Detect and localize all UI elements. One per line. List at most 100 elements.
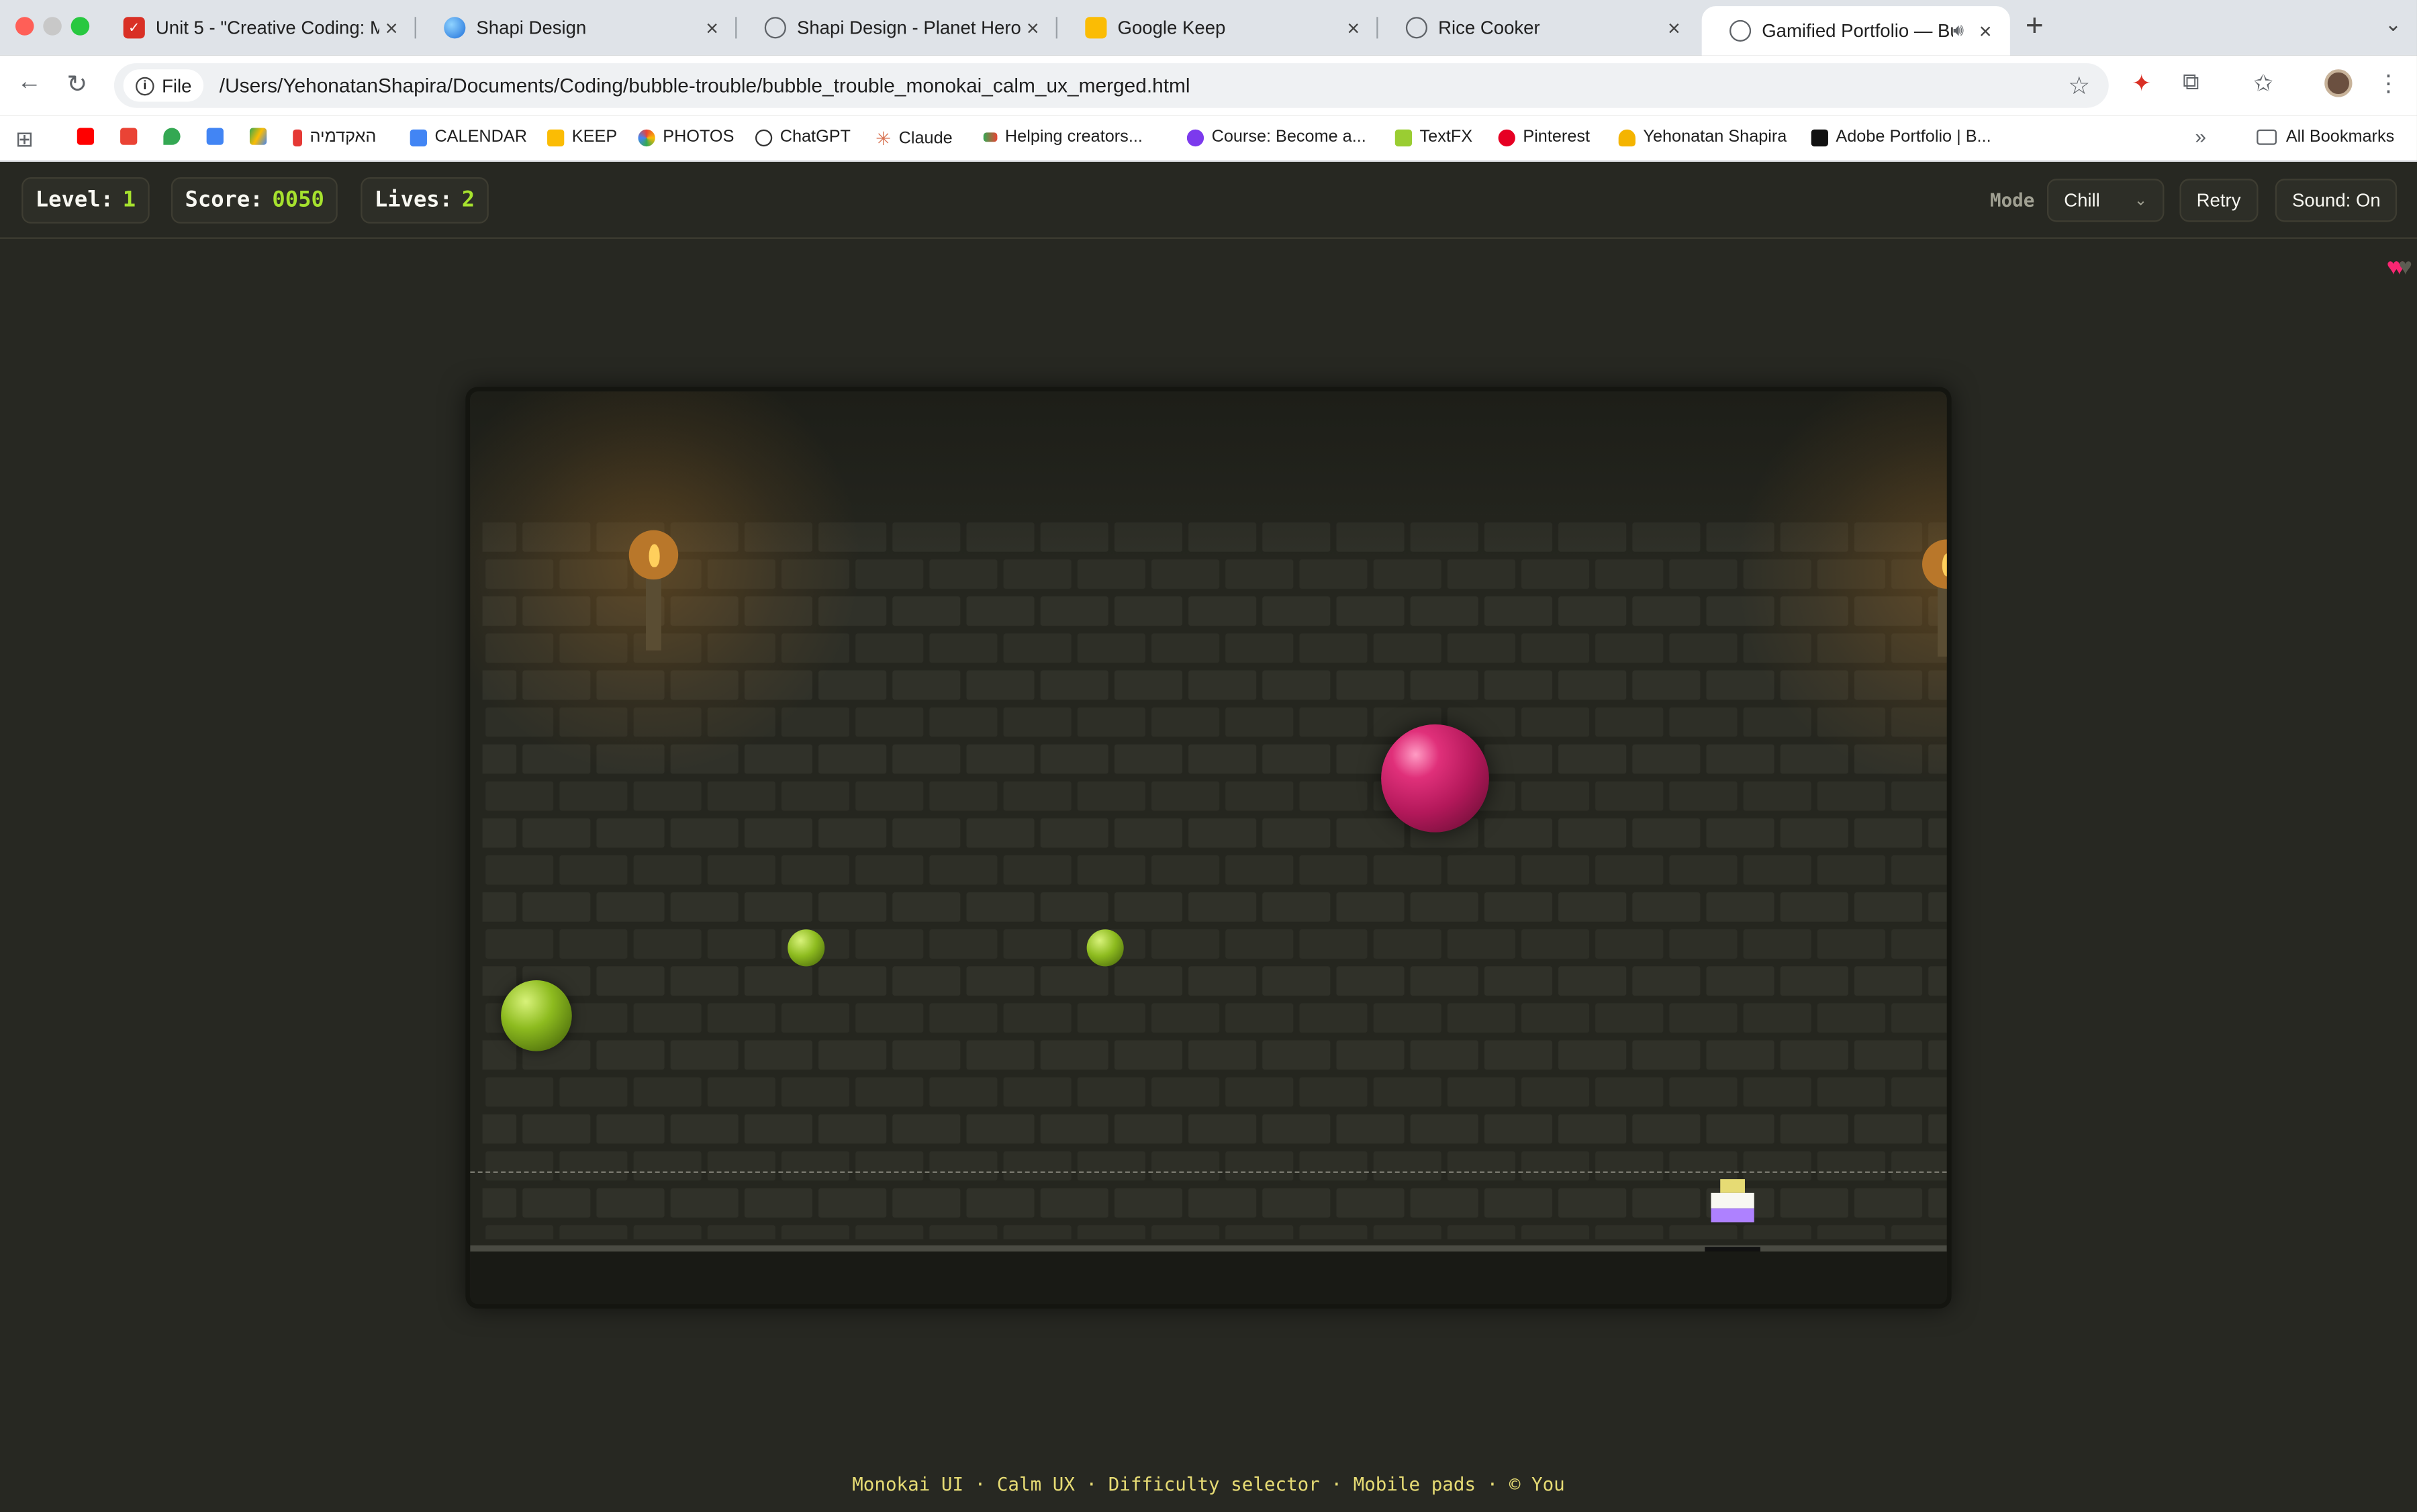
chatgpt-icon: [755, 128, 773, 146]
mode-select[interactable]: Chill ⌄: [2046, 179, 2165, 222]
lives-hearts: ♥♥♥: [2387, 254, 2412, 281]
drive-icon: [249, 128, 267, 145]
heart-filled-icon: ♥: [2392, 254, 2406, 281]
torch-right: [1937, 582, 1947, 657]
bookmark-translate[interactable]: [206, 128, 232, 145]
tab-rice-cooker[interactable]: Rice Cooker ×: [1378, 6, 1699, 49]
tab-title: Google Keep: [1117, 17, 1226, 39]
bookmark-keep[interactable]: KEEP: [547, 128, 617, 146]
globe-icon: [444, 17, 466, 39]
maximize-window-button[interactable]: [70, 17, 90, 36]
danger-line: [470, 1171, 1947, 1173]
all-bookmarks-label: All Bookmarks: [2285, 128, 2395, 147]
sound-toggle-button[interactable]: Sound: On: [2275, 179, 2398, 222]
all-bookmarks-button[interactable]: All Bookmarks: [2257, 128, 2395, 147]
minimize-window-button[interactable]: [43, 17, 62, 36]
bookmark-helping-creators[interactable]: Helping creators...: [983, 128, 1143, 146]
game-canvas[interactable]: [465, 387, 1952, 1309]
bookmark-label: PHOTOS: [663, 128, 734, 147]
more-bookmarks-chevron-icon[interactable]: »: [2195, 125, 2206, 148]
bookmark-textfx[interactable]: TextFX: [1394, 128, 1473, 147]
tab-unit5[interactable]: ✓ Unit 5 - "Creative Coding: Ma ×: [95, 6, 416, 49]
profile-avatar[interactable]: [2324, 69, 2353, 97]
translate-icon: [206, 128, 224, 145]
close-tab-icon[interactable]: ×: [1021, 15, 1045, 40]
course-icon: [1186, 128, 1204, 146]
bookmark-label: TextFX: [1419, 128, 1473, 147]
tab-google-keep[interactable]: Google Keep ×: [1057, 6, 1378, 49]
player-character[interactable]: [1711, 1179, 1754, 1223]
score-indicator: Score: 0050: [171, 177, 338, 224]
gmail-icon: [120, 128, 138, 145]
retry-button[interactable]: Retry: [2179, 179, 2258, 222]
lives-value: 2: [461, 188, 475, 213]
bookmark-maps[interactable]: [163, 128, 188, 145]
globe-icon: [1405, 17, 1428, 39]
folder-icon: [2257, 129, 2277, 145]
close-tab-icon[interactable]: ×: [379, 15, 404, 40]
back-arrow-icon[interactable]: ←: [14, 69, 45, 97]
extensions-puzzle-icon[interactable]: ⧉: [2183, 69, 2199, 95]
bookmark-star-icon[interactable]: ☆: [2068, 71, 2090, 102]
textfx-icon: [1394, 128, 1413, 146]
bookmark-label: Claude: [898, 129, 953, 148]
close-tab-icon[interactable]: ×: [700, 15, 724, 40]
bookmark-calendar[interactable]: CALENDAR: [410, 128, 527, 147]
bookmark-label: Pinterest: [1523, 128, 1591, 147]
apps-grid-icon[interactable]: ⊞: [15, 126, 34, 152]
bulb-icon: [1618, 128, 1636, 146]
address-bar[interactable]: i File /Users/YehonatanShapira/Documents…: [113, 63, 2109, 108]
bookmark-adobe-portfolio[interactable]: Adobe Portfolio | B...: [1811, 128, 1991, 147]
reading-list-star-icon[interactable]: ✩: [2254, 69, 2273, 97]
lives-label: Lives:: [374, 188, 453, 213]
kebab-menu-icon[interactable]: ⋮: [2377, 69, 2400, 97]
bookmark-academy[interactable]: האקדמיה: [293, 128, 376, 146]
tab-planet-hero[interactable]: Shapi Design - Planet Hero ×: [737, 6, 1057, 49]
site-info-chip[interactable]: i File: [123, 69, 204, 102]
bookmark-gmail[interactable]: [120, 128, 145, 145]
bookmark-course[interactable]: Course: Become a...: [1186, 128, 1366, 146]
bookmark-chatgpt[interactable]: ChatGPT: [755, 128, 851, 147]
heart-empty-icon: ♥: [2398, 254, 2412, 281]
lives-indicator: Lives: 2: [361, 177, 489, 224]
pinterest-icon: [1498, 128, 1515, 146]
tab-shapi-design[interactable]: Shapi Design ×: [416, 6, 737, 49]
bookmark-yehonatan[interactable]: Yehonatan Shapira: [1618, 128, 1787, 146]
level-indicator: Level: 1: [21, 177, 150, 224]
close-tab-icon[interactable]: ×: [1973, 19, 1998, 44]
mode-label: Mode: [1990, 189, 2035, 211]
mode-selected-value: Chill: [2064, 189, 2100, 211]
bookmark-label: Adobe Portfolio | B...: [1836, 128, 1991, 147]
info-icon: i: [136, 76, 154, 95]
close-tab-icon[interactable]: ×: [1341, 15, 1366, 40]
tab-search-chevron-icon[interactable]: ⌄: [2385, 12, 2402, 37]
bookmark-claude[interactable]: ✳ Claude: [875, 128, 953, 150]
bookmark-pinterest[interactable]: Pinterest: [1498, 128, 1591, 147]
bookmark-label: ChatGPT: [779, 128, 851, 147]
audio-playing-icon[interactable]: 🔊︎: [1953, 21, 1964, 41]
tab-title: Shapi Design - Planet Hero: [796, 17, 1021, 39]
level-value: 1: [122, 188, 136, 213]
close-tab-icon[interactable]: ×: [1662, 15, 1687, 40]
tab-gamified-portfolio[interactable]: Gamified Portfolio — Bubb 🔊︎ ×: [1701, 6, 2010, 56]
browser-toolbar: ← ↻ i File /Users/YehonatanShapira/Docum…: [0, 55, 2417, 116]
academy-icon: [293, 128, 302, 146]
tab-title: Rice Cooker: [1438, 17, 1540, 39]
reload-icon[interactable]: ↻: [62, 69, 93, 100]
url-text[interactable]: /Users/YehonatanShapira/Documents/Coding…: [220, 74, 1190, 97]
adobe-portfolio-icon: [1811, 128, 1828, 146]
maps-icon: [163, 128, 181, 145]
bookmark-label: CALENDAR: [434, 128, 527, 147]
close-window-button[interactable]: [15, 17, 34, 36]
bookmarks-bar: ⊞ האקדמיה CALENDAR KEEP PHOTOS ChatGPT ✳…: [0, 115, 2417, 162]
new-tab-button[interactable]: +: [2026, 9, 2044, 45]
bookmark-photos[interactable]: PHOTOS: [638, 128, 734, 147]
bookmark-drive[interactable]: [249, 128, 275, 145]
keep-icon: [1085, 17, 1107, 39]
tab-title: Shapi Design: [476, 17, 587, 39]
page-footer: Monokai UI · Calm UX · Difficulty select…: [852, 1473, 1565, 1495]
medium-green-bubble: [501, 980, 572, 1051]
bookmark-youtube[interactable]: [77, 128, 102, 145]
extension-bird-icon[interactable]: ✦: [2132, 69, 2151, 97]
player-shadow: [1705, 1247, 1760, 1252]
